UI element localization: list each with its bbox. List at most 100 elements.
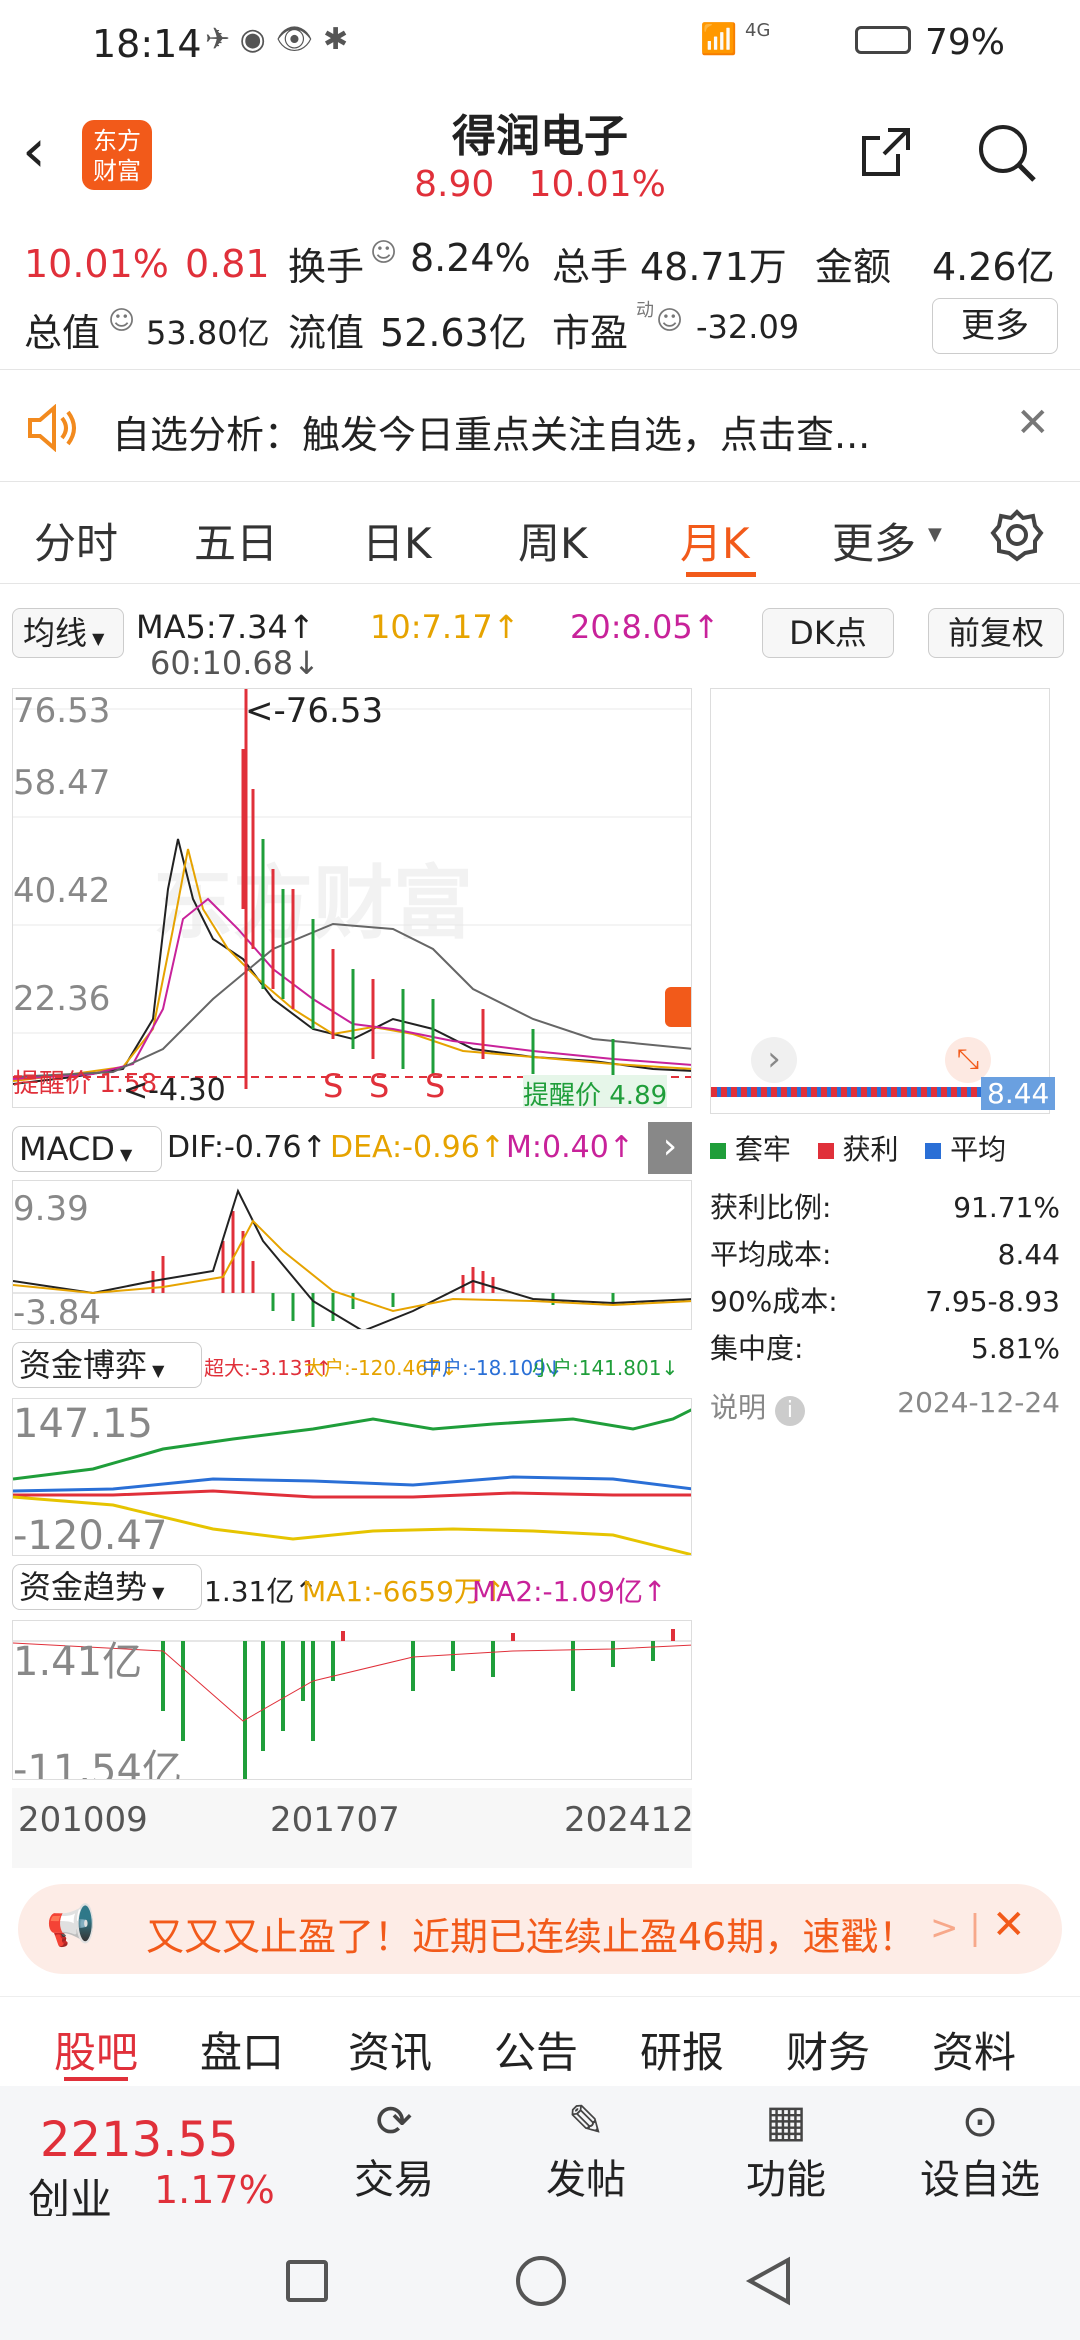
trade-button[interactable]: ⟳ 交易 [324,2096,464,2216]
status-time: 18:14 [92,22,202,66]
fund-trend-y-top: 1.41亿 [13,1639,143,1685]
adjust-button[interactable]: 前复权 [928,608,1064,658]
post-label: 发帖 [546,2157,626,2203]
info-icon[interactable]: i [774,1396,805,1426]
fund-trend-selector[interactable]: 资金趋势 ▼ [12,1564,202,1610]
chip-stat-key: 集中度: [710,1332,804,1365]
ma-row: 均线 ▼ MA5:7.34↑ 10:7.17↑ 20:8.05↑ 60:10.6… [0,600,1080,682]
active-tab-indicator [686,572,756,577]
legend-avg: 平均 [950,1133,1007,1166]
promo-text: 又又又止盈了！近期已连续止盈46期，速戳！ [146,1915,917,1959]
function-label: 功能 [746,2157,826,2203]
dk-button[interactable]: DK点 [762,608,894,658]
macd-selector[interactable]: MACD ▼ [12,1126,162,1172]
chip-stats: 获利比例: 91.71% 平均成本: 8.44 90%成本: 7.95-8.93 集中… [710,1184,1060,1372]
y-label-3: 40.42 [13,871,111,911]
legend-trapped: 套牢 [734,1133,791,1166]
chip-price-tag: 8.44 [981,1077,1056,1110]
chevron-right-icon: > | [930,1908,981,1948]
gear-icon[interactable] [990,508,1044,562]
legend-swatch-trapped [710,1143,726,1159]
fund-trend-chart[interactable]: 1.41亿 -11.54亿 [12,1620,692,1780]
fund-game-chart[interactable]: 147.15 -120.47 [12,1398,692,1556]
tab-month[interactable]: 月K [680,510,750,571]
macd-chart[interactable]: 9.39 -3.84 [12,1180,692,1330]
tab-5day[interactable]: 五日 [194,510,278,571]
tab-finance[interactable]: 财务 [786,2019,870,2080]
kline-chart[interactable]: 东方财富 76.53 58.47 40.42 22.36 <-76.53 提醒价… [12,688,692,1108]
ma10-value: 10:7.17↑ [370,608,520,646]
y-label-2: 58.47 [13,763,111,803]
chevron-down-icon: ▼ [928,524,942,545]
back-nav-icon[interactable] [744,2256,794,2306]
tab-pankou[interactable]: 盘口 [200,2019,284,2080]
tab-notice[interactable]: 公告 [494,2019,578,2080]
fund-trend-val: 1.31亿↑ [204,1575,318,1608]
promo-banner[interactable]: 📢 又又又止盈了！近期已连续止盈46期，速戳！ > | ✕ [18,1884,1062,1974]
chip-stat-key: 90%成本: [710,1285,838,1318]
chip-legend: 套牢 获利 平均 [710,1128,1070,1168]
info-icon[interactable]: ☺ [108,306,135,336]
float-tab-icon[interactable] [665,987,691,1027]
trade-icon: ⟳ [375,2096,413,2147]
mcap-value: 53.80亿 [146,314,270,352]
chevron-down-icon: ▼ [147,1583,165,1602]
close-icon[interactable]: ✕ [992,1902,1026,1948]
quote-panel: 10.01% 0.81 换手 ☺ 8.24% 总手 48.71万 金额 4.26… [0,220,1080,370]
alert-price-tag[interactable]: 提醒价 4.89 [523,1075,668,1107]
turnover-value: 8.24% [410,236,531,280]
tab-day[interactable]: 日K [362,510,432,571]
chevron-right-icon[interactable]: › [648,1122,692,1174]
add-watch-button[interactable]: ⊙ 设自选 [900,2096,1060,2216]
ma20-value: 20:8.05↑ [570,608,720,646]
chip-stat-row: 90%成本: 7.95-8.93 [710,1278,1060,1325]
add-watch-label: 设自选 [920,2157,1040,2203]
tab-guba[interactable]: 股吧 [54,2019,138,2080]
chip-stat-value: 8.44 [997,1238,1060,1271]
recent-apps-icon[interactable] [286,2260,328,2302]
share-icon[interactable] [858,124,914,180]
home-icon[interactable] [516,2256,566,2306]
indicator-selector[interactable]: 均线 ▼ [12,608,124,658]
period-tabs: 分时 五日 日K 周K 月K 更多 ▼ [0,484,1080,584]
macd-m: M:0.40↑ [506,1130,634,1165]
fund-game-selector[interactable]: 资金博弈 ▼ [12,1342,202,1388]
index-ticker[interactable]: 2213.55 创业 1.17% [20,2086,300,2224]
chip-stat-key: 获利比例: [710,1191,832,1224]
tab-fenshi[interactable]: 分时 [34,510,118,571]
tab-more[interactable]: 更多 [832,510,916,571]
turnover-label: 换手 [288,245,365,289]
tab-news[interactable]: 资讯 [348,2019,432,2080]
tab-week[interactable]: 周K [518,510,588,571]
pe-sup: 动 [636,300,654,321]
macd-y-bot: -3.84 [13,1293,101,1330]
post-button[interactable]: ✎ 发帖 [516,2096,656,2216]
macd-header: MACD ▼ DIF:-0.76↑ DEA:-0.96↑ M:0.40↑ › [12,1122,692,1178]
fund-trend-ma2: MA2:-1.09亿↑ [472,1575,667,1608]
more-button[interactable]: 更多 [932,298,1058,354]
function-button[interactable]: ▦ 功能 [716,2096,856,2216]
chip-date: 2024-12-24 [897,1386,1060,1419]
indicator-selector-label: 均线 [23,614,88,652]
chip-note-link[interactable]: 说明 [710,1391,766,1424]
info-icon[interactable]: ☺ [370,238,397,268]
max-price-note: <-76.53 [245,691,384,731]
amount-value: 4.26亿 [932,245,1055,289]
chip-panel[interactable]: › ⤡ 8.44 [710,688,1056,1114]
index-pct: 1.17% [154,2168,275,2212]
chip-stat-value: 5.81% [971,1332,1060,1365]
index-value: 2213.55 [40,2112,239,2168]
info-icon[interactable]: ☺ [656,306,683,336]
tab-profile[interactable]: 资料 [932,2019,1016,2080]
tab-research[interactable]: 研报 [640,2019,724,2080]
chip-stat-row: 平均成本: 8.44 [710,1231,1060,1278]
chevron-right-icon[interactable]: › [751,1037,797,1083]
chip-stat-value: 91.71% [953,1191,1060,1224]
legend-swatch-avg [925,1143,942,1159]
megaphone-icon: 📢 [46,1903,96,1949]
fund-trend-selector-label: 资金趋势 [19,1568,148,1606]
close-icon[interactable]: ✕ [1016,400,1050,446]
search-icon[interactable] [976,122,1038,184]
stock-header: ‹ 东方 财富 得润电子 8.90 10.01% [0,88,1080,220]
notice-bar[interactable]: 自选分析：触发今日重点关注自选，点击查... ✕ [0,372,1080,482]
